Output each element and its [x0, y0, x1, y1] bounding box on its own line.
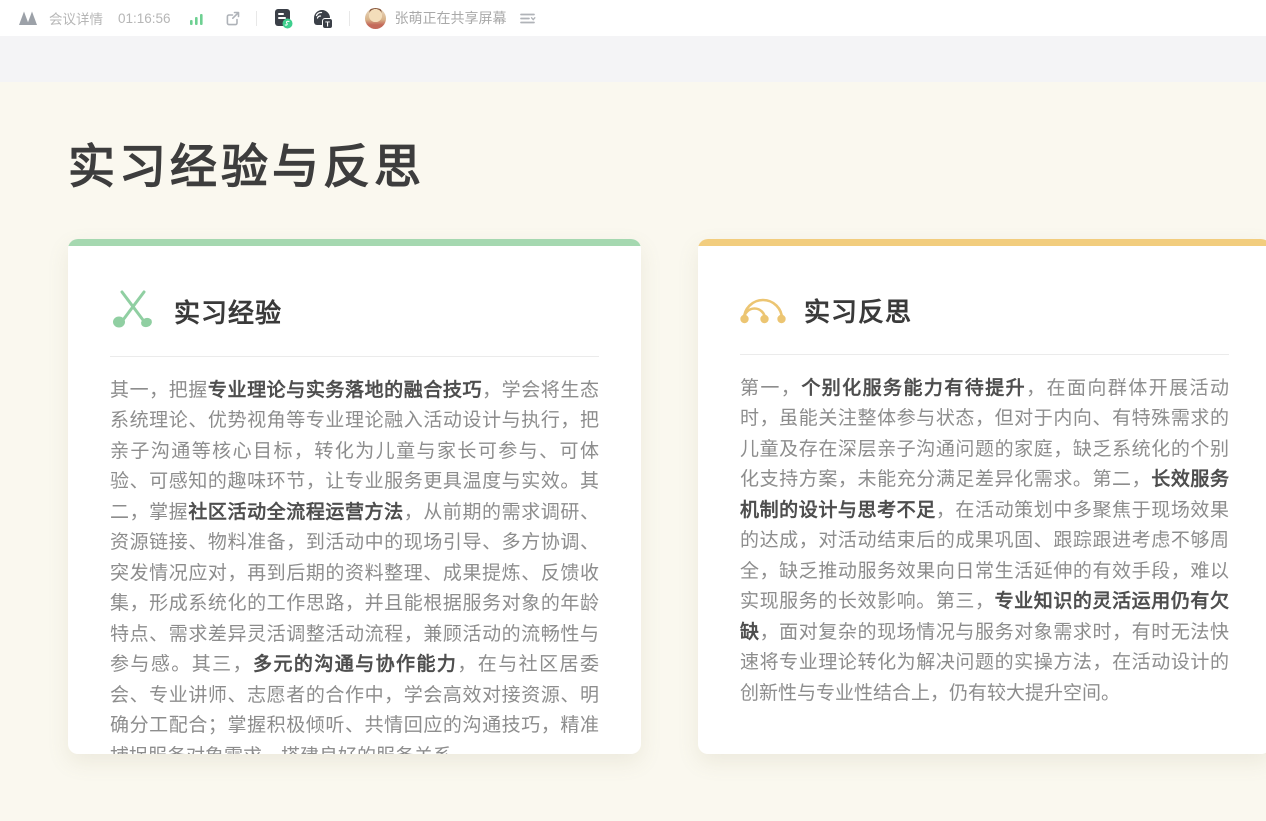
card-header: 实习反思 [740, 288, 1229, 333]
sharing-status-text: 张萌正在共享屏幕 [395, 8, 507, 28]
card-accent-strip [698, 239, 1266, 246]
signal-bars-icon [189, 12, 204, 25]
svg-text:T: T [325, 19, 330, 28]
page-title: 实习经验与反思 [68, 138, 1266, 197]
card-title: 实习反思 [804, 292, 912, 329]
open-external-icon[interactable] [224, 10, 241, 27]
card-paragraph: 其一，把握专业理论与实务落地的融合技巧，学会将生态系统理论、优势视角等专业理论融… [110, 376, 599, 754]
golf-clubs-icon [110, 288, 156, 335]
cards-row: 实习经验 其一，把握专业理论与实务落地的融合技巧，学会将生态系统理论、优势视角等… [68, 239, 1266, 754]
shared-slide: 实习经验与反思 实习经验 其一，把握 [0, 82, 1266, 754]
card-divider [740, 354, 1229, 355]
card-accent-strip [68, 239, 641, 246]
avatar [365, 8, 386, 29]
meeting-timer: 01:16:56 [118, 11, 171, 26]
experience-card: 实习经验 其一，把握专业理论与实务落地的融合技巧，学会将生态系统理论、优势视角等… [68, 239, 641, 754]
doc-app-icon[interactable] [272, 7, 295, 30]
meeting-topbar: 会议详情 01:16:56 T [0, 0, 1266, 36]
card-header: 实习经验 [110, 288, 599, 335]
reflection-card: 实习反思 第一，个别化服务能力有待提升，在面向群体开展活动时，虽能关注整体参与状… [698, 239, 1266, 754]
topbar-divider [349, 11, 350, 26]
card-title: 实习经验 [174, 293, 282, 330]
arc-nodes-icon [740, 288, 786, 333]
caption-translate-icon[interactable]: T [310, 7, 334, 30]
participants-list-icon[interactable] [519, 11, 536, 26]
shared-screen-margin-band [0, 36, 1266, 82]
card-paragraph: 第一，个别化服务能力有待提升，在面向群体开展活动时，虽能关注整体参与状态，但对于… [740, 374, 1229, 710]
card-divider [110, 356, 599, 357]
meeting-details-button[interactable]: 会议详情 [49, 8, 103, 28]
meeting-logo-icon [16, 10, 40, 26]
topbar-divider [256, 11, 257, 26]
